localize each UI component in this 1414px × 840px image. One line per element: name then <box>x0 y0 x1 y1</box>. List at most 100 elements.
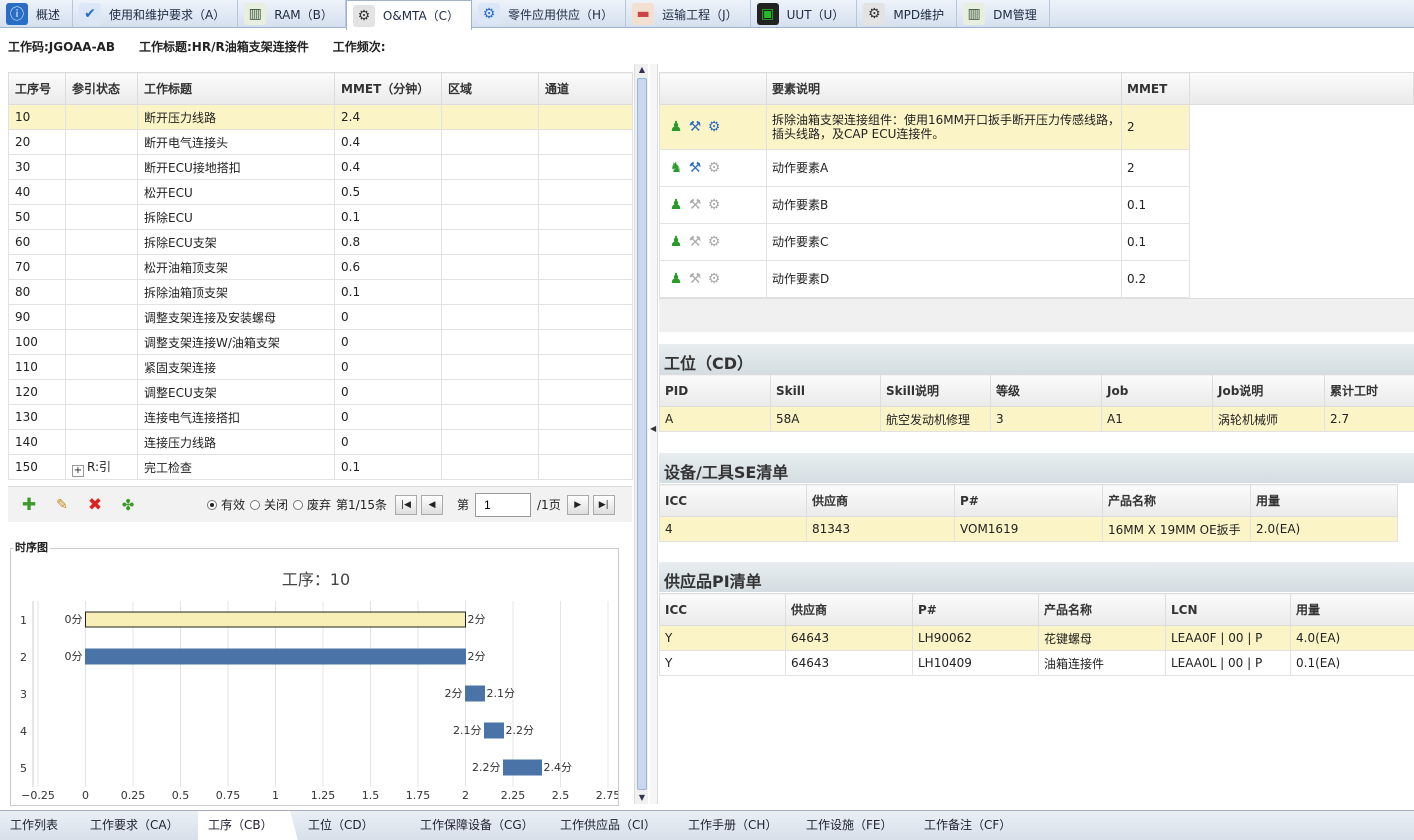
wrench-icon[interactable]: ⚒ <box>687 119 703 135</box>
equipment-col-header[interactable]: 产品名称 <box>1102 484 1251 517</box>
wrench-icon[interactable]: ⚒ <box>687 160 703 176</box>
person-icon[interactable]: ♟ <box>668 234 684 250</box>
next-page-button[interactable]: ▶ <box>566 494 589 515</box>
edit-icon[interactable]: ✎ <box>53 496 71 514</box>
gear-icon[interactable]: ⚙ <box>706 119 722 135</box>
table-row[interactable]: 4 81343 VOM1619 16MM X 19MM OE扳手 2.0(EA) <box>659 516 1398 542</box>
person-icon[interactable]: ♟ <box>668 197 684 213</box>
panel-splitter[interactable]: ◀ <box>650 64 658 804</box>
station-col-header[interactable]: Job说明 <box>1212 374 1325 407</box>
station-col-header[interactable]: Job <box>1101 374 1213 407</box>
bottom-tab-8[interactable]: 工作备注（CF） <box>914 811 1024 840</box>
bottom-tab-0[interactable]: 工作列表 <box>0 811 80 840</box>
top-tab-4[interactable]: ⚙ 零件应用供应（H） <box>472 0 627 28</box>
table-row[interactable]: Y 64643 LH90062 花键螺母 LEAA0F | 00 | P 4.0(EA) <box>659 625 1414 651</box>
station-col-header[interactable]: Skill <box>770 374 881 407</box>
top-tab-6[interactable]: ▣ UUT（U） <box>751 0 858 28</box>
page-number-input[interactable] <box>475 492 532 517</box>
timing-bar[interactable] <box>484 722 504 739</box>
op-col-header[interactable]: 工作标题 <box>137 72 335 105</box>
first-page-button[interactable]: |◀ <box>395 494 417 515</box>
table-row[interactable]: 20 断开电气连接头 0.4 <box>8 129 633 155</box>
top-tab-2[interactable]: ▥ RAM（B） <box>238 0 346 28</box>
scroll-down-icon[interactable]: ▼ <box>636 792 648 804</box>
equipment-col-header[interactable]: 用量 <box>1250 484 1398 517</box>
station-col-header[interactable]: 等级 <box>990 374 1102 407</box>
table-row[interactable]: A 58A 航空发动机修理 3 A1 涡轮机械师 2.7 <box>659 406 1414 432</box>
element-col-header[interactable]: MMET <box>1121 72 1190 105</box>
equipment-col-header[interactable]: ICC <box>659 484 807 517</box>
timing-bar[interactable] <box>465 685 485 702</box>
person-icon[interactable]: ♟ <box>668 119 684 135</box>
bottom-tab-3[interactable]: 工位（CD） <box>298 811 410 840</box>
table-row[interactable]: Y 64643 LH10409 油箱连接件 LEAA0L | 00 | P 0.1(EA) <box>659 650 1414 676</box>
supply-col-header[interactable]: 用量 <box>1290 593 1414 626</box>
bottom-tab-2[interactable]: 工序（CB） <box>198 810 298 840</box>
vertical-scrollbar[interactable]: ▲ ▼ <box>634 64 648 804</box>
bottom-tab-7[interactable]: 工作设施（FE） <box>796 811 914 840</box>
supply-col-header[interactable]: ICC <box>659 593 786 626</box>
bottom-tab-4[interactable]: 工作保障设备（CG） <box>410 811 550 840</box>
bottom-tab-1[interactable]: 工作要求（CA） <box>80 811 198 840</box>
table-row[interactable]: 100 调整支架连接W/油箱支架 0 <box>8 329 633 355</box>
gear-icon[interactable]: ⚙ <box>706 234 722 250</box>
wrench-icon[interactable]: ⚒ <box>687 271 703 287</box>
persons-icon[interactable]: ♞ <box>668 160 684 176</box>
status-radio-0[interactable]: 有效 <box>207 496 245 513</box>
station-col-header[interactable]: Skill说明 <box>880 374 991 407</box>
gear-icon[interactable]: ⚙ <box>706 160 722 176</box>
wrench-icon[interactable]: ⚒ <box>687 197 703 213</box>
table-row[interactable]: ♟ ⚒ ⚙ 动作要素D 0.2 <box>659 260 1190 298</box>
table-row[interactable]: ♟ ⚒ ⚙ 动作要素C 0.1 <box>659 223 1190 261</box>
scrollbar-thumb[interactable] <box>637 78 647 790</box>
station-col-header[interactable]: 累计工时 <box>1324 374 1414 407</box>
table-row[interactable]: 140 连接压力线路 0 <box>8 429 633 455</box>
timing-bar[interactable] <box>85 611 466 628</box>
op-col-header[interactable]: MMET（分钟） <box>334 72 442 105</box>
status-radio-2[interactable]: 废弃 <box>293 496 331 513</box>
table-row[interactable]: 40 松开ECU 0.5 <box>8 179 633 205</box>
table-row[interactable]: 110 紧固支架连接 0 <box>8 354 633 380</box>
element-col-header[interactable]: 要素说明 <box>766 72 1122 105</box>
table-row[interactable]: ♟ ⚒ ⚙ 拆除油箱支架连接组件：使用16MM开口扳手断开压力传感线路， 插头线路，及C… <box>659 104 1190 150</box>
supply-col-header[interactable]: 产品名称 <box>1038 593 1166 626</box>
supply-col-header[interactable]: 供应商 <box>785 593 913 626</box>
gear-icon[interactable]: ⚙ <box>706 271 722 287</box>
expand-icon[interactable]: + <box>72 464 84 477</box>
delete-icon[interactable]: ✖ <box>86 495 104 515</box>
supply-col-header[interactable]: LCN <box>1165 593 1291 626</box>
supply-col-header[interactable]: P# <box>912 593 1039 626</box>
top-tab-5[interactable]: ▬ 运输工程（J） <box>626 0 751 28</box>
table-row[interactable]: 10 断开压力线路 2.4 <box>8 104 633 130</box>
op-col-header[interactable]: 参引状态 <box>65 72 138 105</box>
station-col-header[interactable]: PID <box>659 374 771 407</box>
collapse-arrow-icon[interactable]: ◀ <box>650 424 656 433</box>
scroll-up-icon[interactable]: ▲ <box>636 64 648 76</box>
table-row[interactable]: 120 调整ECU支架 0 <box>8 379 633 405</box>
table-row[interactable]: 80 拆除油箱顶支架 0.1 <box>8 279 633 305</box>
element-col-header[interactable] <box>659 72 767 105</box>
person-icon[interactable]: ♟ <box>668 271 684 287</box>
equipment-col-header[interactable]: 供应商 <box>806 484 955 517</box>
top-tab-1[interactable]: ✔ 使用和维护要求（A） <box>73 0 239 28</box>
bottom-tab-5[interactable]: 工作供应品（CI） <box>550 811 678 840</box>
timing-bar[interactable] <box>85 648 466 665</box>
bottom-tab-6[interactable]: 工作手册（CH） <box>678 811 796 840</box>
table-row[interactable]: 60 拆除ECU支架 0.8 <box>8 229 633 255</box>
table-row[interactable]: 50 拆除ECU 0.1 <box>8 204 633 230</box>
add-icon[interactable]: ✚ <box>20 495 38 515</box>
table-row[interactable]: 90 调整支架连接及安装螺母 0 <box>8 304 633 330</box>
table-row[interactable]: 150 + R:引 完工检查 0.1 <box>8 454 633 480</box>
puzzle-icon[interactable]: ✤ <box>119 496 137 514</box>
op-col-header[interactable]: 工序号 <box>8 72 66 105</box>
op-col-header[interactable]: 通道 <box>538 72 633 105</box>
timing-bar[interactable] <box>503 759 542 776</box>
table-row[interactable]: 30 断开ECU接地搭扣 0.4 <box>8 154 633 180</box>
table-row[interactable]: ♞ ⚒ ⚙ 动作要素A 2 <box>659 149 1190 187</box>
top-tab-0[interactable]: ⓘ 概述 <box>0 0 74 28</box>
top-tab-8[interactable]: ▥ DM管理 <box>957 0 1050 28</box>
top-tab-7[interactable]: ⚙ MPD维护 <box>857 0 958 28</box>
table-row[interactable]: 130 连接电气连接搭扣 0 <box>8 404 633 430</box>
status-radio-1[interactable]: 关闭 <box>250 496 288 513</box>
wrench-icon[interactable]: ⚒ <box>687 234 703 250</box>
